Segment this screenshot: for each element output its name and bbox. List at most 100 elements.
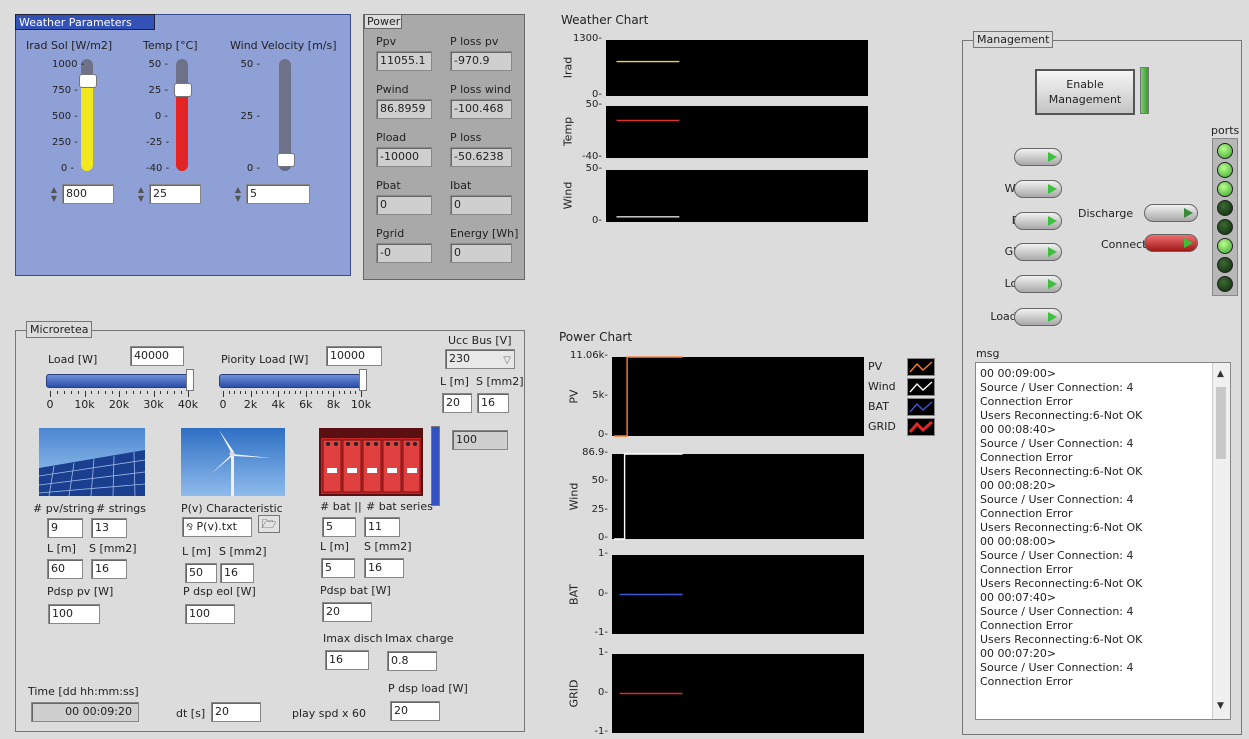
temp-tick-label: 50 - xyxy=(148,59,168,70)
bat-section-label: S [mm2] xyxy=(364,540,412,553)
pv-string-label: # pv/string xyxy=(33,502,95,515)
pv-length-field[interactable]: 60 xyxy=(47,559,83,579)
wind-chart-series xyxy=(616,216,680,218)
battery-level-bar[interactable] xyxy=(431,426,440,506)
legend-swatch xyxy=(907,358,935,376)
load-tick-label: 30k xyxy=(143,398,164,411)
priority-load-slider-handle[interactable] xyxy=(359,369,367,391)
priority-load-tick-mark xyxy=(327,391,329,394)
priority-load-tick-mark xyxy=(289,391,291,394)
grid-chart-tick-label: -1- xyxy=(594,726,608,737)
pv-string-field[interactable]: 9 xyxy=(47,518,83,538)
wind-value-field[interactable]: 5 xyxy=(246,184,310,204)
wind-spinner[interactable]: ▲ ▼ xyxy=(233,185,243,203)
load-tick-mark xyxy=(98,391,100,394)
switch-bat[interactable] xyxy=(1014,212,1062,230)
eol-section-field[interactable]: 16 xyxy=(220,563,254,583)
msg-line: Source / User Connection: 4 xyxy=(980,437,1134,450)
pv-characteristic-path[interactable]: ⅋ P(v).txt xyxy=(182,517,252,537)
switch-wind[interactable] xyxy=(1014,180,1062,198)
scroll-down-icon[interactable]: ▼ xyxy=(1217,701,1224,711)
connect-switch[interactable] xyxy=(1144,234,1198,252)
pv-section-field[interactable]: 16 xyxy=(91,559,127,579)
scrollbar-thumb[interactable] xyxy=(1216,387,1226,459)
power-title: Power xyxy=(364,14,402,29)
wind-label: Wind Velocity [m/s] xyxy=(230,39,337,52)
ucc-bus-select[interactable]: 230 ▽ xyxy=(445,349,515,369)
pdsp-bat-field[interactable]: 20 xyxy=(322,602,372,622)
pdsp-pv-field[interactable]: 100 xyxy=(48,604,100,624)
file-path-icon: ⅋ xyxy=(186,523,194,533)
load-tick-mark xyxy=(132,391,134,394)
load-tick-mark xyxy=(174,391,176,394)
wind-slider-handle[interactable] xyxy=(277,153,295,167)
temp-tick-label: -40 - xyxy=(146,163,170,174)
load-slider-handle[interactable] xyxy=(186,369,194,391)
bus-length-field[interactable]: 20 xyxy=(442,393,472,413)
wind-power-chart-tick-label: 86.9- xyxy=(582,447,608,458)
eol-length-field[interactable]: 50 xyxy=(185,563,217,583)
temp-value-field[interactable]: 25 xyxy=(149,184,201,204)
load-tick-mark xyxy=(50,391,51,397)
irad-spinner[interactable]: ▲ ▼ xyxy=(49,185,59,203)
load-tick-mark xyxy=(63,391,65,394)
chevron-down-icon[interactable]: ▽ xyxy=(503,352,511,370)
scroll-up-icon[interactable]: ▲ xyxy=(1217,369,1224,379)
weather-parameters-panel: Weather Parameters Irad Sol [W/m2] ▲ ▼ 80… xyxy=(15,14,351,276)
power-chart-title: Power Chart xyxy=(559,330,633,344)
msg-line: Source / User Connection: 4 xyxy=(980,549,1134,562)
power-field-label: Pgrid xyxy=(376,227,405,240)
switch-load[interactable] xyxy=(1014,275,1062,293)
switch-grid[interactable] xyxy=(1014,243,1062,261)
enable-management-button[interactable]: Enable Management xyxy=(1035,69,1135,115)
priority-load-slider[interactable] xyxy=(219,374,365,388)
pdsp-load-field[interactable]: 20 xyxy=(390,701,440,721)
msg-log[interactable]: 00 00:09:00> Source / User Connection: 4C… xyxy=(975,362,1231,720)
discharge-switch[interactable] xyxy=(1144,204,1198,222)
priority-load-label: Piority Load [W] xyxy=(221,353,309,366)
battery-level-field: 100 xyxy=(452,430,508,450)
port-led xyxy=(1217,162,1233,178)
priority-load-tick-mark xyxy=(333,391,335,397)
power-field-value: 11055.1 xyxy=(376,51,432,71)
time-label: Time [dd hh:mm:ss] xyxy=(28,685,139,698)
msg-line: Connection Error xyxy=(980,451,1073,464)
priority-load-tick-mark xyxy=(223,391,224,397)
folder-open-icon[interactable]: 🗁 xyxy=(258,515,280,533)
irad-slider-handle[interactable] xyxy=(79,74,97,88)
load-slider[interactable] xyxy=(46,374,192,388)
imax-charge-field[interactable]: 0.8 xyxy=(387,651,437,671)
bat-section-field[interactable]: 16 xyxy=(364,558,404,578)
temp-spinner[interactable]: ▲ ▼ xyxy=(136,185,146,203)
load-tick-mark xyxy=(139,391,141,394)
irad-value-field[interactable]: 800 xyxy=(62,184,114,204)
msg-line: 00 00:08:00> xyxy=(980,535,1057,548)
bat-parallel-field[interactable]: 5 xyxy=(322,517,356,537)
irad-chart-series xyxy=(616,60,680,63)
load-tick-label: 20k xyxy=(108,398,130,411)
irad-tick-label: 1000 - xyxy=(52,59,85,70)
msg-lines: 00 00:09:00> Source / User Connection: 4C… xyxy=(980,367,1212,689)
switch-pv[interactable] xyxy=(1014,148,1062,166)
msg-scrollbar[interactable]: ▲ ▼ xyxy=(1212,363,1230,719)
msg-line: 00 00:09:00> xyxy=(980,367,1057,380)
pv-characteristic-label: P(v) Characteristic xyxy=(181,502,283,515)
dt-field[interactable]: 20 xyxy=(211,702,261,722)
bat-series-field[interactable]: 11 xyxy=(364,517,400,537)
priority-load-value-field[interactable]: 10000 xyxy=(326,346,382,366)
wind-power-chart-tick-label: 0- xyxy=(598,532,608,543)
imax-discharge-field[interactable]: 16 xyxy=(325,650,369,670)
switch-load-p[interactable] xyxy=(1014,308,1062,326)
msg-line: 00 00:08:40> xyxy=(980,423,1057,436)
pv-strings-field[interactable]: 13 xyxy=(91,518,127,538)
priority-load-tick-mark xyxy=(234,391,236,394)
pv-chart-tick-label: 0- xyxy=(598,429,608,440)
bus-section-field[interactable]: 16 xyxy=(477,393,509,413)
power-field-value: -100.468 xyxy=(450,99,512,119)
load-value-field[interactable]: 40000 xyxy=(130,346,184,366)
bat-length-field[interactable]: 5 xyxy=(321,558,355,578)
temp-slider-handle[interactable] xyxy=(174,83,192,97)
temp-chart-axis-label: Temp xyxy=(561,116,575,147)
pdsp-eol-field[interactable]: 100 xyxy=(185,604,235,624)
load-tick-mark xyxy=(77,391,79,394)
